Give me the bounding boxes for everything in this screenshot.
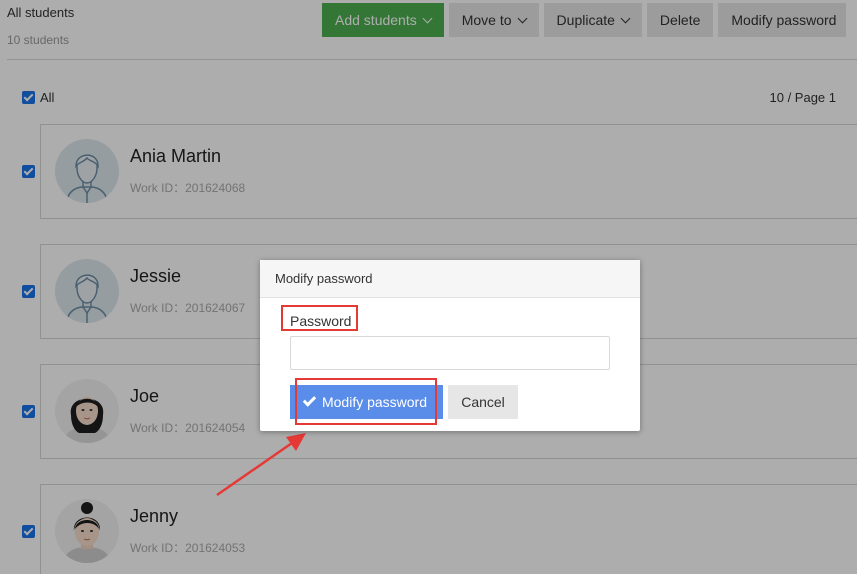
- annotation-highlight-box: [295, 378, 437, 425]
- dialog-title: Modify password: [260, 260, 640, 298]
- password-input[interactable]: [290, 336, 610, 370]
- modify-password-dialog: Modify password Password Modify password…: [260, 260, 640, 431]
- cancel-button[interactable]: Cancel: [448, 385, 518, 419]
- annotation-highlight-box: [281, 305, 358, 331]
